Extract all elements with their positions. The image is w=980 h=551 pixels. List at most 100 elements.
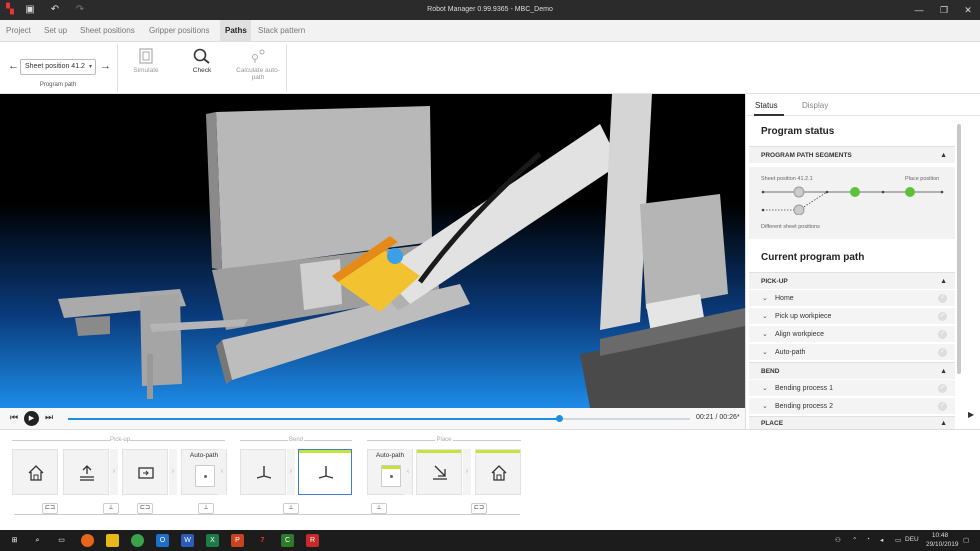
firefox-icon[interactable] [81,534,94,547]
gripper-chip-3[interactable]: ⊏⊐ [137,503,153,514]
simulate-button[interactable]: Simulate [121,48,171,74]
step-home-end-card[interactable] [475,449,521,495]
playback-slider[interactable] [68,415,690,422]
caret-up-icon: ▲ [940,152,947,159]
section-label: PICK-UP [761,278,788,285]
path-row-auto-path[interactable]: ⌄ Auto-path ✓ [749,344,955,361]
lime-bar [476,450,520,453]
menu-project[interactable]: Project [1,20,36,42]
play-button[interactable]: ▶ [24,411,39,426]
film-icon [139,48,153,64]
path-row-home[interactable]: ⌄ Home ✓ [749,290,955,307]
gripper-chip-1[interactable]: ⊏⊐ [42,503,58,514]
app-seven-icon[interactable]: 7 [256,534,269,547]
minimize-button[interactable]: — [912,3,926,17]
section-bend[interactable]: BEND ▲ [749,362,955,379]
segment-alt-label: Different sheet positions [761,224,820,230]
tab-display[interactable]: Display [802,101,828,110]
cp-app-icon[interactable]: C [281,534,294,547]
row-label: Home [775,295,794,302]
restore-button[interactable]: ❐ [937,3,951,17]
menu-paths[interactable]: Paths [220,20,251,42]
step-bend-1-card[interactable] [240,449,286,495]
menu-gripper-positions[interactable]: Gripper positions [144,20,214,42]
excel-icon[interactable]: X [206,534,219,547]
robot-manager-taskbar-icon[interactable]: R [306,534,319,547]
time-total: 00:26* [719,414,740,421]
file-explorer-icon[interactable] [106,534,119,547]
row-label: Bending process 1 [775,385,833,392]
volume-icon[interactable]: ◂ [880,536,883,544]
skip-forward-icon[interactable]: ⏭ [45,412,53,423]
notification-icon[interactable]: ▢ [963,536,969,544]
chevron-down-icon: ⌄ [762,349,768,356]
path-row-align-workpiece[interactable]: ⌄ Align workpiece ✓ [749,326,955,343]
check-button[interactable]: Check [177,48,227,74]
time-current: 00:21 [696,414,714,421]
active-indicator-bar [299,450,351,453]
mic-icon[interactable]: ▭ [895,536,901,544]
gripper-chip-6[interactable]: ⊥ [371,503,387,514]
word-icon[interactable]: W [181,534,194,547]
home-icon [491,465,507,481]
windows-start-icon[interactable]: ⊞ [8,534,21,547]
menu-set-up[interactable]: Set up [39,20,72,42]
sheet-position-select[interactable]: Sheet position 41.2 ▾ [20,59,96,75]
group-label-pick-up: Pick-up [110,437,131,443]
menu-stack-pattern[interactable]: Stack pattern [253,20,310,42]
chevron-down-icon: ⌄ [762,385,768,392]
path-row-bending-process-1[interactable]: ⌄ Bending process 1 ✓ [749,380,955,397]
tab-status[interactable]: Status [755,101,778,110]
caret-up-icon: ▲ [940,368,947,375]
chevron-down-icon: ▾ [88,64,92,70]
calculate-auto-path-button[interactable]: Calculate auto-path [233,48,283,81]
skip-back-icon[interactable]: ⏮ [10,412,18,423]
network-icon[interactable]: ◔ [866,536,870,543]
status-panel: Status Display ▶ Program status PROGRAM … [745,94,980,429]
step-connector: › [463,449,471,495]
clock-time: 10:48 [931,532,949,539]
search-icon[interactable]: ⌕ [31,534,44,547]
clock-date: 29/10/2019 [926,541,959,548]
close-button[interactable]: ✕ [961,3,975,17]
section-pick-up[interactable]: PICK-UP ▲ [749,272,955,289]
panel-scrollbar[interactable] [957,124,961,374]
caret-up-icon: ▲ [940,278,947,285]
gripper-chip-5[interactable]: ⊥ [283,503,299,514]
section-place[interactable]: PLACE ▲ [749,416,955,429]
chrome-icon[interactable] [131,534,144,547]
step-pick-up-card[interactable] [63,449,109,495]
step-align-card[interactable] [122,449,168,495]
input-language[interactable]: DEU [905,536,919,543]
group-line [12,440,110,441]
playback-progress-fill [68,418,560,420]
path-pin-icon [252,49,265,63]
gripper-chip-4[interactable]: ⊥ [198,503,214,514]
check-circle-icon: ✓ [938,312,947,321]
chevron-down-icon: ⌄ [762,403,768,410]
menu-sheet-positions[interactable]: Sheet positions [75,20,140,42]
step-connector: › [110,449,118,495]
dot-icon [390,475,393,478]
simulate-label: Simulate [133,67,159,74]
segments-header[interactable]: PROGRAM PATH SEGMENTS ▲ [749,146,955,163]
gripper-chip-7[interactable]: ⊏⊐ [471,503,487,514]
path-row-pick-up-workpiece[interactable]: ⌄ Pick up workpiece ✓ [749,308,955,325]
step-home-card[interactable] [12,449,58,495]
clock[interactable]: 10:48 29/10/2019 [926,531,959,549]
tray-chevron-icon[interactable]: ⌃ [852,536,857,544]
people-icon[interactable]: ⚇ [835,536,841,544]
path-row-bending-process-2[interactable]: ⌄ Bending process 2 ✓ [749,398,955,415]
panel-collapse-arrow-icon[interactable]: ▶ [968,410,974,419]
3d-viewport[interactable] [0,94,745,408]
prev-arrow-icon[interactable]: ← [8,60,19,72]
next-arrow-icon[interactable]: → [100,60,111,72]
outlook-icon[interactable]: O [156,534,169,547]
step-bend-2-card[interactable] [298,449,352,495]
step-place-card[interactable] [416,449,462,495]
task-view-icon[interactable]: ▭ [55,534,68,547]
gripper-chip-2[interactable]: ⊥ [103,503,119,514]
powerpoint-icon[interactable]: P [231,534,244,547]
playback-handle[interactable] [556,415,564,422]
auto-path-slot [381,465,401,487]
